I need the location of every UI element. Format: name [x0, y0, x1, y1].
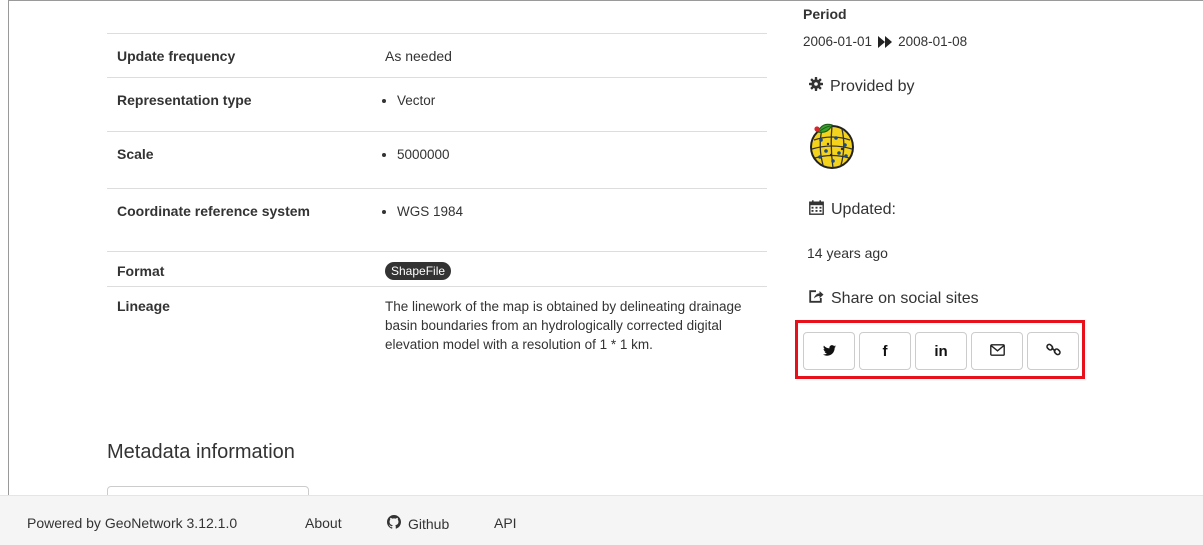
github-icon — [387, 515, 402, 532]
period-range: 2006-01-01 2008-01-08 — [803, 34, 967, 49]
provider-logo-icon[interactable] — [806, 118, 858, 170]
share-facebook-button[interactable]: f — [859, 332, 911, 370]
metadata-details-table: Update frequency As needed Representatio… — [107, 33, 767, 385]
share-email-button[interactable] — [971, 332, 1023, 370]
table-row: Coordinate reference system WGS 1984 — [107, 188, 767, 252]
period-end: 2008-01-08 — [898, 34, 968, 49]
share-link-button[interactable] — [1027, 332, 1079, 370]
footer: Powered by GeoNetwork 3.12.1.0 About Git… — [0, 495, 1203, 545]
updated-label: Updated: — [831, 201, 896, 218]
linkedin-icon: in — [934, 342, 948, 360]
updated-heading: Updated: — [809, 200, 896, 220]
row-value: WGS 1984 — [397, 202, 757, 221]
email-icon — [989, 343, 1005, 359]
table-row: Representation type Vector — [107, 77, 767, 132]
row-value: Vector — [397, 91, 757, 110]
row-value: 5000000 — [397, 145, 757, 164]
format-badge[interactable]: ShapeFile — [385, 262, 452, 280]
row-value: As needed — [375, 33, 767, 78]
provided-by-label: Provided by — [830, 77, 915, 95]
share-linkedin-button[interactable]: in — [915, 332, 967, 370]
table-row: Update frequency As needed — [107, 33, 767, 78]
link-icon — [1045, 342, 1061, 360]
powered-by-link[interactable]: Powered by GeoNetwork 3.12.1.0 — [27, 515, 237, 531]
github-label: Github — [408, 515, 450, 532]
forward-icon — [878, 35, 893, 48]
period-label: Period — [803, 6, 847, 22]
share-icon — [809, 289, 824, 308]
gear-icon — [809, 77, 823, 96]
row-key: Coordinate reference system — [107, 188, 375, 252]
row-key: Update frequency — [107, 33, 375, 78]
row-key: Format — [107, 251, 375, 287]
table-row: Lineage The linework of the map is obtai… — [107, 286, 767, 385]
share-label: Share on social sites — [831, 289, 979, 307]
metadata-information-heading: Metadata information — [107, 441, 295, 463]
share-twitter-button[interactable] — [803, 332, 855, 370]
table-row: Scale 5000000 — [107, 131, 767, 189]
footer-github-link[interactable]: Github — [387, 515, 449, 532]
row-key: Scale — [107, 131, 375, 189]
row-key: Lineage — [107, 286, 375, 385]
period-start: 2006-01-01 — [803, 34, 873, 49]
table-row: Format ShapeFile — [107, 251, 767, 287]
footer-about-link[interactable]: About — [305, 515, 342, 531]
footer-api-link[interactable]: API — [494, 515, 517, 531]
updated-value: 14 years ago — [807, 245, 888, 261]
facebook-icon: f — [882, 342, 888, 360]
row-key: Representation type — [107, 77, 375, 132]
provided-by-heading: Provided by — [809, 77, 915, 96]
twitter-icon — [822, 343, 836, 359]
share-heading: Share on social sites — [809, 289, 979, 308]
calendar-icon — [809, 200, 824, 220]
row-value: The linework of the map is obtained by d… — [375, 286, 767, 385]
